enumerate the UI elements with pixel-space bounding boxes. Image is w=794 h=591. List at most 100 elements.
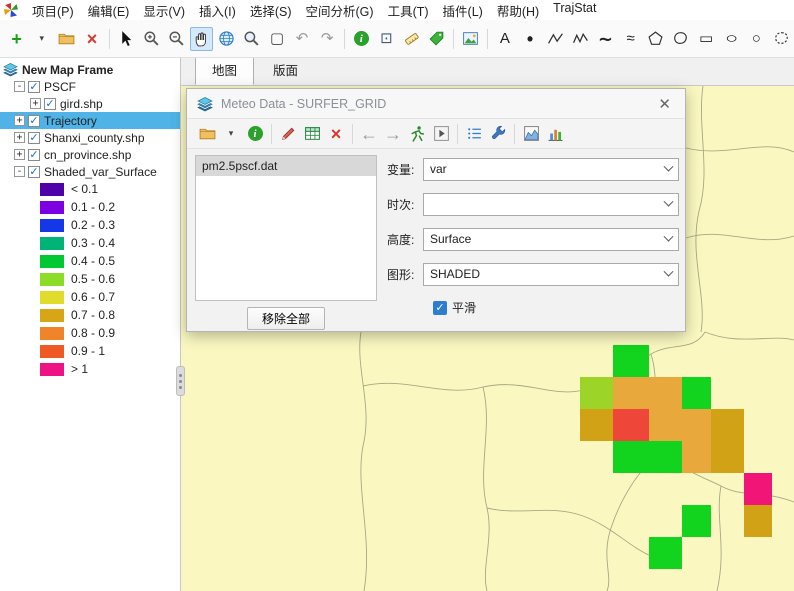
field-label: 图形:: [387, 266, 423, 283]
rect-tool[interactable]: ▭: [694, 27, 717, 51]
chart-button[interactable]: [520, 123, 542, 145]
full-extent-button[interactable]: [215, 27, 238, 51]
legend-label: 0.7 - 0.8: [71, 308, 115, 322]
expander-icon[interactable]: -: [14, 166, 25, 177]
pan-tool[interactable]: [190, 27, 213, 51]
open-file-button[interactable]: [196, 123, 218, 145]
polylines-tool[interactable]: [569, 27, 592, 51]
layer-node[interactable]: +✓cn_province.shp: [0, 146, 180, 163]
table-button[interactable]: [301, 123, 323, 145]
new-button[interactable]: +: [5, 27, 28, 51]
legend-swatch: [40, 201, 64, 214]
select-tool[interactable]: [115, 27, 138, 51]
image-button[interactable]: [459, 27, 482, 51]
legend-item: 0.1 - 0.2: [0, 198, 180, 216]
remove-file-button[interactable]: ×: [325, 123, 347, 145]
layer-node[interactable]: +✓gird.shp: [0, 95, 180, 112]
map-frame-node[interactable]: New Map Frame: [0, 61, 180, 78]
step-button[interactable]: [430, 123, 452, 145]
next-time-button[interactable]: →: [382, 123, 404, 145]
menu-item[interactable]: 插入(I): [192, 0, 243, 22]
grid-cell: [682, 377, 711, 409]
chevron-down-icon[interactable]: [658, 159, 678, 180]
smooth-checkbox[interactable]: ✓: [433, 301, 447, 315]
zoom-to-layer-button[interactable]: [240, 27, 263, 51]
expander-icon[interactable]: +: [14, 149, 25, 160]
file-list[interactable]: pm2.5pscf.dat: [195, 155, 377, 301]
remove-all-button[interactable]: 移除全部: [247, 307, 325, 330]
zoom-in-tool[interactable]: [140, 27, 163, 51]
time-select[interactable]: [423, 193, 679, 216]
chevron-down-icon[interactable]: [658, 264, 678, 285]
menu-item[interactable]: 选择(S): [243, 0, 299, 22]
prev-time-button[interactable]: ←: [358, 123, 380, 145]
expander-icon[interactable]: +: [30, 98, 41, 109]
layer-checkbox[interactable]: ✓: [44, 98, 56, 110]
zoom-out-tool[interactable]: [165, 27, 188, 51]
layer-node[interactable]: -✓Shaded_var_Surface: [0, 163, 180, 180]
curve-tool[interactable]: ∼: [594, 27, 617, 51]
layer-checkbox[interactable]: ✓: [28, 81, 40, 93]
identify-button[interactable]: i: [350, 27, 373, 51]
polyline-tool[interactable]: [544, 27, 567, 51]
legend-swatch: [40, 327, 64, 340]
menu-item[interactable]: 显示(V): [136, 0, 192, 22]
dialog-titlebar[interactable]: Meteo Data - SURFER_GRID ✕: [187, 89, 685, 119]
file-list-item[interactable]: pm2.5pscf.dat: [196, 156, 376, 176]
layer-node[interactable]: -✓PSCF: [0, 78, 180, 95]
close-project-button[interactable]: ×: [80, 27, 103, 51]
smooth-option: ✓ 平滑: [433, 299, 476, 316]
animate-button[interactable]: [406, 123, 428, 145]
info-button[interactable]: i: [244, 123, 266, 145]
grid-cell: [580, 377, 613, 409]
variable-select[interactable]: var: [423, 158, 679, 181]
legend-label: 0.5 - 0.6: [71, 272, 115, 286]
select-feature-button[interactable]: ⊡: [375, 27, 398, 51]
menu-item[interactable]: 编辑(E): [81, 0, 137, 22]
chevron-down-icon[interactable]: [658, 229, 678, 250]
menu-item[interactable]: 项目(P): [25, 0, 81, 22]
layer-checkbox[interactable]: ✓: [28, 149, 40, 161]
menu-item[interactable]: 工具(T): [381, 0, 436, 22]
undo-button[interactable]: ↶: [291, 27, 314, 51]
open-file-caret-icon[interactable]: ▾: [220, 123, 242, 145]
layer-checkbox[interactable]: ✓: [28, 132, 40, 144]
close-icon[interactable]: ✕: [654, 95, 675, 113]
expander-icon[interactable]: +: [14, 115, 25, 126]
expander-icon[interactable]: -: [14, 81, 25, 92]
open-project-button[interactable]: [55, 27, 78, 51]
layer-checkbox[interactable]: ✓: [28, 115, 40, 127]
ellipse-tool[interactable]: ○: [720, 27, 743, 51]
draw-button[interactable]: [277, 123, 299, 145]
curve-polygon-tool[interactable]: [669, 27, 692, 51]
histogram-button[interactable]: [544, 123, 566, 145]
redo-button[interactable]: ↷: [316, 27, 339, 51]
layer-checkbox[interactable]: ✓: [28, 166, 40, 178]
curves-tool[interactable]: ≈: [619, 27, 642, 51]
chevron-down-icon[interactable]: [658, 194, 678, 215]
text-tool[interactable]: A: [493, 27, 516, 51]
panel-splitter-handle[interactable]: [176, 366, 185, 396]
menu-item[interactable]: TrajStat: [546, 0, 603, 22]
new-caret-icon[interactable]: ▾: [30, 27, 53, 51]
label-button[interactable]: [425, 27, 448, 51]
lasso-tool[interactable]: [770, 27, 793, 51]
settings-button[interactable]: [487, 123, 509, 145]
menu-item[interactable]: 帮助(H): [490, 0, 546, 22]
circle-tool[interactable]: ○: [745, 27, 768, 51]
tab-layout[interactable]: 版面: [256, 55, 315, 85]
level-select[interactable]: Surface: [423, 228, 679, 251]
polygon-tool[interactable]: [644, 27, 667, 51]
point-tool[interactable]: •: [518, 27, 541, 51]
tab-map[interactable]: 地图: [195, 55, 254, 85]
layer-node[interactable]: +✓Shanxi_county.shp: [0, 129, 180, 146]
grid-cell: [711, 409, 744, 441]
menu-item[interactable]: 插件(L): [436, 0, 490, 22]
measure-button[interactable]: [400, 27, 423, 51]
graphic-select[interactable]: SHADED: [423, 263, 679, 286]
menu-item[interactable]: 空间分析(G): [299, 0, 381, 22]
select-rect-tool[interactable]: ▢: [265, 27, 288, 51]
layer-node[interactable]: +✓Trajectory: [0, 112, 180, 129]
list-button[interactable]: [463, 123, 485, 145]
expander-icon[interactable]: +: [14, 132, 25, 143]
